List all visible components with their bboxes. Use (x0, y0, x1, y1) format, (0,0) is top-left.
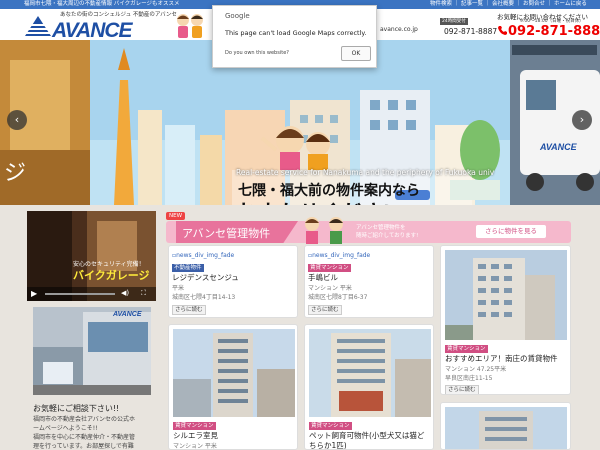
property-title[interactable]: シルエラ室見 (173, 430, 218, 441)
read-more-button[interactable]: さらに読む (445, 385, 479, 394)
property-type: マンション 平米 (173, 443, 217, 450)
property-type: マンション 47.25平米 (445, 366, 507, 373)
property-photo[interactable] (445, 407, 567, 450)
property-photo[interactable] (309, 329, 431, 417)
property-tag: 賃貸マンション (173, 422, 216, 430)
image-alt-text: news_div_img_fade (312, 252, 371, 259)
hero-heading-line2: おまかせください (236, 197, 404, 205)
property-tag: 賃貸マンション (445, 345, 488, 353)
property-type: 平米 (172, 285, 185, 292)
section-note-line1: アバンセ管理物件を (356, 225, 406, 231)
property-address: 早良区南庄11-15 (445, 375, 493, 382)
top-nav-links[interactable]: 物件検索 ｜ 記事一覧 ｜ 会社概要 ｜ お問合せ ｜ ホームに戻る (430, 0, 587, 9)
more-properties-button[interactable]: さらに物件を見る (476, 225, 546, 238)
property-card[interactable] (440, 402, 571, 450)
ok-button[interactable]: OK (341, 46, 371, 61)
intro-line: 理を行っています。お部屋探しで有難 (33, 443, 134, 450)
property-image-placeholder: ▫news_div_img_fade (308, 250, 370, 259)
property-tag: 賃貸マンション (308, 264, 351, 272)
video-title: バイクガレージ (73, 269, 150, 282)
play-icon[interactable]: ▶ (31, 289, 37, 298)
property-card[interactable]: 賃貸マンション ペット飼育可物件(小型犬又は猫ど ちらか1匹) (304, 324, 434, 450)
property-photo[interactable] (173, 329, 295, 417)
property-card[interactable]: ▫news_div_img_fade 賃貸マンション 手嶋ビル マンション 平米… (304, 245, 434, 318)
section-note-line2: 随時ご紹介しております! (356, 233, 419, 239)
property-type: マンション 平米 (308, 285, 352, 292)
property-title[interactable]: レジデンスセンジュ (172, 272, 239, 283)
mascot-icon (177, 14, 203, 38)
property-tag: 不動産物件 (172, 264, 204, 272)
intro-line: 福岡市の不動産会社アバンセの公式ホ (33, 416, 136, 423)
office-sign: AVANCE (113, 311, 142, 318)
intro-text: 福岡市の不動産会社アバンセの公式ホ ームページへようこそ!! 福岡市を中心に不動… (33, 415, 153, 450)
maps-owner-question[interactable]: Do you own this website? (225, 50, 289, 56)
office-photo: AVANCE (33, 307, 151, 395)
property-title[interactable]: 手嶋ビル (308, 272, 338, 283)
main-tel-number[interactable]: 092-871-8882 (508, 24, 600, 39)
property-title-line2[interactable]: ちらか1匹) (309, 440, 347, 449)
hero-english-caption: Real-estate service for Nanakuma and the… (236, 168, 495, 177)
property-card[interactable]: 賃貸マンション シルエラ室見 マンション 平米 (168, 324, 298, 450)
property-tag: 賃貸マンション (309, 422, 352, 430)
site-tagline: 福岡市七隈・福大周辺の不動産情報 バイクガレージもオススメ (24, 1, 180, 7)
read-more-button[interactable]: さらに読む (308, 305, 342, 315)
intro-title: お気軽にご相談下さい!! (33, 404, 120, 413)
section-title: アバンセ管理物件 (182, 227, 271, 240)
main-tel[interactable]: 092-871-8882 (497, 24, 600, 39)
google-brand: Google (225, 12, 250, 20)
property-title[interactable]: おすすめエリア！南庄の賃貸物件 (445, 353, 558, 364)
property-image-placeholder: ▫news_div_img_fade (172, 250, 234, 259)
property-address: 城南区七隈4丁目14-13 (172, 294, 236, 301)
reception-badge: 24時間受付 (440, 18, 468, 25)
volume-icon[interactable]: ◀) (121, 289, 129, 297)
property-card[interactable]: 賃貸マンション おすすめエリア！南庄の賃貸物件 マンション 47.25平米 早良… (440, 245, 571, 395)
svg-text:ジ: ジ (4, 161, 26, 186)
site-url[interactable]: avance.co.jp (380, 26, 418, 33)
property-card[interactable]: ▫news_div_img_fade 不動産物件 レジデンスセンジュ 平米 城南… (168, 245, 298, 318)
slider-prev-icon[interactable]: ‹ (7, 110, 27, 130)
video-player[interactable]: 安心のセキュリティ完備！ バイクガレージ ▶ ◀) ⛶ (27, 211, 156, 301)
logo-icon[interactable] (24, 15, 52, 37)
maps-error-message: This page can't load Google Maps correct… (225, 29, 367, 37)
mascot-icon (305, 217, 343, 244)
property-address: 城南区七隈8丁目6-37 (308, 294, 368, 301)
phone-icon (498, 26, 507, 35)
intro-line: 福岡市を中心に不動産仲介・不動産管 (33, 434, 136, 441)
read-more-button[interactable]: さらに読む (172, 305, 206, 315)
image-alt-text: news_div_img_fade (176, 252, 235, 259)
logo-subtitle: あなたの街のコンシェルジュ 不動産のアバンセ (60, 12, 177, 18)
video-progress[interactable] (45, 293, 115, 295)
intro-line: ームページへようこそ!! (33, 425, 98, 432)
fullscreen-icon[interactable]: ⛶ (141, 289, 146, 298)
logo-text[interactable]: AVANCE (52, 20, 133, 41)
svg-text:AVANCE: AVANCE (539, 142, 578, 152)
slider-next-icon[interactable]: › (572, 110, 592, 130)
property-photo[interactable] (445, 250, 567, 340)
office-building-image (33, 307, 151, 395)
sub-tel[interactable]: 092-871-8887 (444, 27, 497, 36)
new-badge: NEW (166, 212, 186, 220)
google-maps-error-dialog: Google This page can't load Google Maps … (212, 5, 377, 68)
